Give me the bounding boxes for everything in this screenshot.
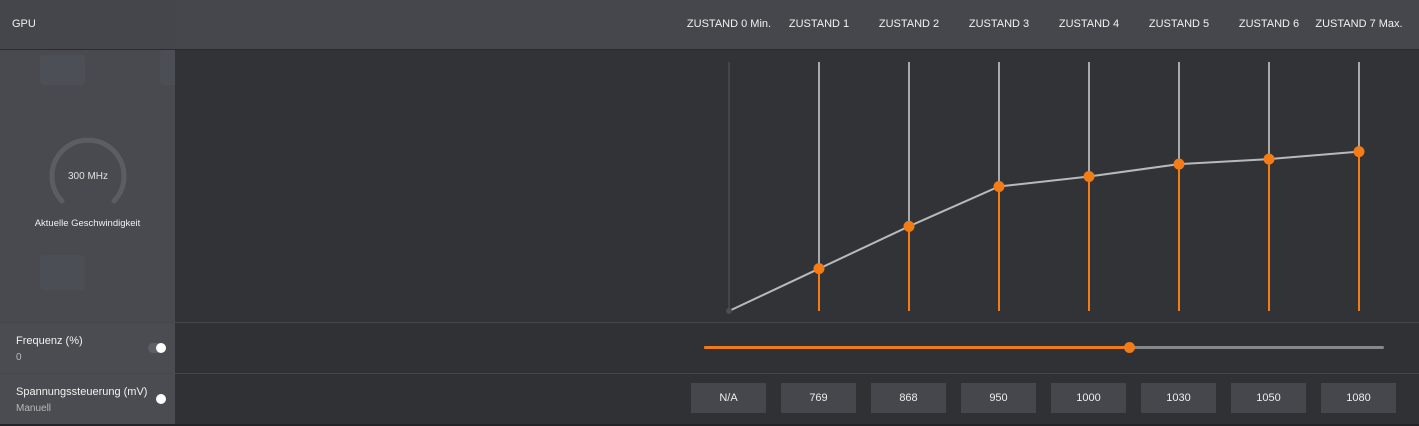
- frequency-toggle[interactable]: [156, 343, 166, 353]
- state-point-2[interactable]: [903, 220, 915, 232]
- voltage-input-4[interactable]: 1000: [1051, 383, 1126, 413]
- state-point-0[interactable]: [726, 308, 732, 314]
- voltage-input-7[interactable]: 1080: [1321, 383, 1396, 413]
- frequency-slider-fill: [704, 346, 1129, 349]
- state-point-7[interactable]: [1353, 146, 1365, 158]
- state-point-3[interactable]: [993, 181, 1005, 192]
- voltage-input-1[interactable]: 769: [781, 383, 856, 413]
- frequency-curve-line: [728, 150, 1360, 312]
- voltage-toggle[interactable]: [156, 394, 166, 404]
- state-point-6[interactable]: [1263, 153, 1275, 165]
- voltage-input-6[interactable]: 1050: [1231, 383, 1306, 413]
- gpu-tuning-panel: GPU ZUSTAND 0 Min. ZUSTAND 1 ZUSTAND 2 ZUST…: [0, 0, 1419, 426]
- frequency-title: Frequenz (%): [16, 335, 83, 347]
- voltage-input-3[interactable]: 950: [961, 383, 1036, 413]
- voltage-title: Spannungssteuerung (mV): [16, 386, 148, 398]
- voltage-row-label-panel: [0, 374, 175, 425]
- frequency-slider-thumb[interactable]: [1123, 342, 1135, 353]
- state-point-4[interactable]: [1083, 171, 1095, 183]
- voltage-input-0[interactable]: N/A: [691, 383, 766, 413]
- state-point-1[interactable]: [813, 263, 825, 275]
- voltage-input-2[interactable]: 868: [871, 383, 946, 413]
- frequency-value: 0: [16, 352, 22, 363]
- voltage-input-5[interactable]: 1030: [1141, 383, 1216, 413]
- voltage-mode: Manuell: [16, 403, 52, 414]
- state-point-5[interactable]: [1173, 158, 1185, 170]
